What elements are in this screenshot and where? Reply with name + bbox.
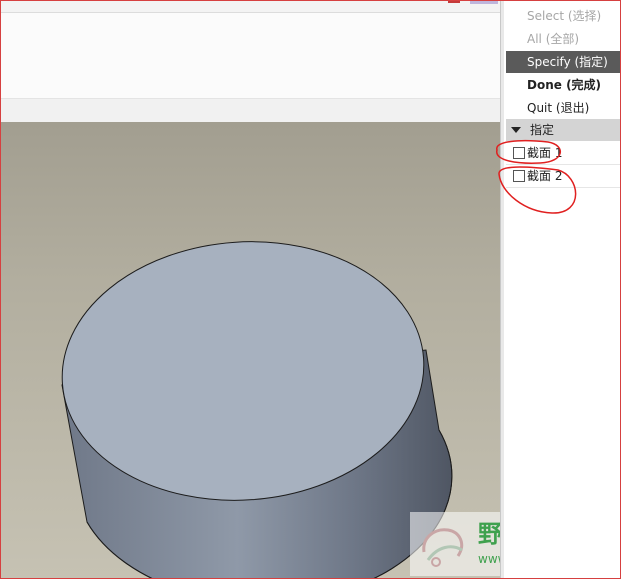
cylinder-model[interactable] bbox=[0, 122, 500, 579]
titlebar-mark bbox=[448, 0, 460, 3]
checkbox[interactable] bbox=[513, 147, 525, 159]
toolbar-strip bbox=[0, 98, 500, 123]
divider bbox=[506, 187, 621, 188]
list-item-label: 截面 2 bbox=[527, 169, 563, 183]
menu-item-all[interactable]: All (全部) bbox=[506, 28, 621, 50]
toolbar-area bbox=[0, 13, 500, 98]
menu-item-quit[interactable]: Quit (退出) bbox=[506, 97, 621, 119]
section-title: 指定 bbox=[530, 123, 555, 137]
watermark-logo-icon bbox=[422, 528, 464, 567]
menu-item-done[interactable]: Done (完成) bbox=[506, 74, 621, 96]
model-viewport[interactable] bbox=[0, 122, 500, 579]
menu-item-specify[interactable]: Specify (指定) bbox=[506, 51, 621, 73]
title-strip bbox=[0, 0, 500, 13]
list-item-section-2[interactable]: 截面 2 bbox=[506, 165, 621, 187]
checkbox[interactable] bbox=[513, 170, 525, 182]
section-header-specify[interactable]: 指定 bbox=[506, 119, 621, 141]
list-item-label: 截面 1 bbox=[527, 146, 563, 160]
panel-edge bbox=[501, 0, 504, 579]
collapse-triangle-icon[interactable] bbox=[511, 127, 521, 133]
menu-manager-panel: Select (选择) All (全部) Specify (指定) Done (… bbox=[500, 0, 621, 579]
titlebar-button[interactable] bbox=[470, 0, 498, 4]
menu-item-select[interactable]: Select (选择) bbox=[506, 5, 621, 27]
list-item-section-1[interactable]: 截面 1 bbox=[506, 142, 621, 164]
